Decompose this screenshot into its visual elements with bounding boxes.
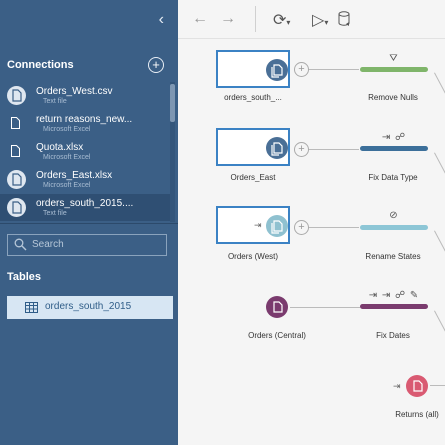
input-node-returns-all[interactable] — [406, 375, 428, 397]
add-step-button[interactable]: + — [294, 220, 309, 235]
step-node-remove-nulls[interactable] — [360, 67, 428, 72]
sidebar-divider — [0, 223, 178, 224]
input-node-orders-east[interactable] — [216, 128, 290, 166]
csv-file-icon — [7, 198, 26, 217]
table-item-orders-south-2015[interactable]: orders_south_2015 — [7, 296, 173, 319]
connections-header: Connections + — [0, 53, 178, 79]
arrow-right-icon[interactable]: → — [220, 10, 236, 28]
step-label: Rename States — [365, 252, 421, 261]
input-label: orders_south_... — [224, 93, 282, 102]
step-node-rename-states[interactable] — [360, 225, 428, 230]
connection-item[interactable]: Orders_West.csv Text file — [0, 82, 170, 109]
connection-name: return reasons_new... — [36, 114, 133, 125]
input-icon — [266, 137, 288, 159]
flow-connector — [290, 307, 360, 308]
connections-sidebar: ‹ Connections + Orders_West.csv Text fil… — [0, 0, 178, 445]
changes-icon: ⇥ — [393, 381, 401, 391]
connection-item[interactable]: Quota.xlsx Microsoft Excel — [0, 138, 170, 165]
input-label: Returns (all) — [395, 410, 439, 419]
search-placeholder: Search — [32, 239, 64, 250]
excel-file-icon — [11, 145, 20, 157]
toolbar-separator — [255, 6, 256, 32]
input-label: Orders (Central) — [248, 331, 306, 340]
input-label: Orders (West) — [227, 252, 279, 261]
step-node-fix-data-type[interactable] — [360, 146, 428, 151]
edit-icons: ⇥ ⇥ ☍ ✎ — [368, 290, 420, 301]
sidebar-top-bar: ‹ — [0, 0, 178, 40]
connections-title: Connections — [7, 59, 74, 71]
add-connection-button[interactable]: + — [148, 57, 164, 73]
flow-connector — [307, 69, 359, 70]
connection-name: Orders_West.csv — [36, 86, 113, 97]
flow-connector — [307, 149, 359, 150]
flow-connector — [430, 385, 445, 386]
excel-file-icon — [11, 117, 20, 129]
connection-name: Orders_East.xlsx — [36, 170, 113, 181]
connections-list: Orders_West.csv Text file return reasons… — [0, 82, 170, 222]
input-node-orders-central[interactable] — [266, 296, 288, 318]
add-step-button[interactable]: + — [294, 142, 309, 157]
changes-icon: ⇥ — [254, 220, 262, 230]
chevron-left-icon[interactable]: ‹ — [159, 11, 164, 29]
connection-type: Text file — [43, 98, 67, 105]
connection-name: orders_south_2015.... — [36, 198, 134, 209]
connection-type: Microsoft Excel — [43, 182, 91, 189]
connections-scroll-thumb[interactable] — [170, 84, 175, 122]
refresh-icon[interactable]: ⟳▾ — [273, 10, 290, 30]
input-node-orders-south[interactable] — [216, 50, 290, 88]
rename-icon: ⊘ — [389, 210, 399, 221]
filter-icon: ⛛ — [389, 53, 399, 64]
tables-title: Tables — [7, 271, 42, 283]
arrow-left-icon[interactable]: ← — [192, 10, 208, 28]
connection-type: Text file — [43, 210, 67, 217]
input-icon — [266, 59, 288, 81]
change-type-icon: ⇥ ☍ — [381, 132, 407, 143]
table-icon — [25, 302, 38, 313]
add-step-button[interactable]: + — [294, 62, 309, 77]
connection-item[interactable]: return reasons_new... Microsoft Excel — [0, 110, 170, 137]
step-label: Fix Data Type — [368, 173, 418, 182]
flow-connector — [307, 227, 359, 228]
search-input[interactable]: Search — [7, 234, 167, 256]
connection-type: Microsoft Excel — [43, 154, 91, 161]
search-icon — [14, 238, 27, 251]
input-label: Orders_East — [230, 173, 276, 182]
input-node-orders-west[interactable]: ⇥ — [216, 206, 290, 244]
connection-name: Quota.xlsx — [36, 142, 84, 153]
flow-canvas[interactable]: + orders_south_... + Orders_East ⇥ + Ord… — [178, 39, 445, 445]
connection-type: Microsoft Excel — [43, 126, 91, 133]
step-label: Fix Dates — [376, 331, 410, 340]
step-label: Remove Nulls — [368, 93, 418, 102]
table-name: orders_south_2015 — [45, 301, 132, 312]
connection-item[interactable]: Orders_East.xlsx Microsoft Excel — [0, 166, 170, 193]
step-node-fix-dates[interactable] — [360, 304, 428, 309]
excel-file-icon — [7, 170, 26, 189]
input-icon — [266, 215, 288, 237]
flow-toolbar: ← → ⟳▾ ▷▾ — [178, 0, 445, 39]
connection-item[interactable]: orders_south_2015.... Text file — [0, 194, 170, 221]
csv-file-icon — [7, 86, 26, 105]
output-database-icon[interactable] — [338, 11, 352, 28]
run-flow-icon[interactable]: ▷▾ — [312, 10, 328, 30]
